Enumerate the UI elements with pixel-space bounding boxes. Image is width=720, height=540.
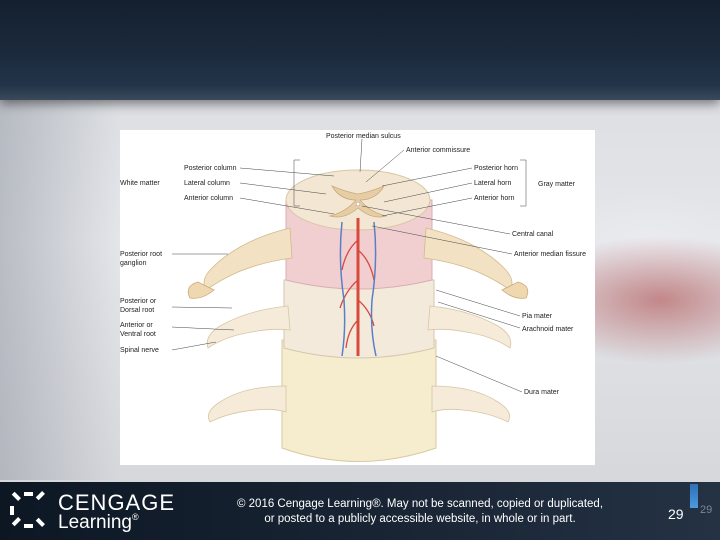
page-number-secondary: 29 xyxy=(700,504,713,516)
label-anterior-median-fissure: Anterior median fissure xyxy=(514,251,586,258)
logo-trademark: ® xyxy=(131,512,139,522)
right-root-lower xyxy=(431,385,511,423)
logo-word-learning: Learning® xyxy=(58,512,139,534)
label-posterior-dorsal-root-2: Dorsal root xyxy=(120,307,154,314)
label-anterior-column: Anterior column xyxy=(184,195,233,202)
label-posterior-root-ganglion-2: ganglion xyxy=(120,260,147,267)
label-white-matter: White matter xyxy=(120,180,160,187)
left-root-upper xyxy=(203,227,293,291)
cengage-mark-icon xyxy=(10,491,45,528)
copyright-line-1: © 2016 Cengage Learning®. May not be sca… xyxy=(236,498,604,510)
cengage-logo: CENGAGE Learning® xyxy=(8,488,174,534)
label-anterior-horn: Anterior horn xyxy=(474,195,515,202)
spinal-cord-figure: Posterior median sulcus Anterior commiss… xyxy=(120,130,595,465)
left-root-lower xyxy=(207,385,287,423)
label-anterior-ventral-root-2: Ventral root xyxy=(120,331,156,338)
copyright-notice: © 2016 Cengage Learning®. May not be sca… xyxy=(220,497,620,527)
right-root-upper xyxy=(423,227,513,291)
label-dura-mater: Dura mater xyxy=(524,389,560,396)
page-number: 29 xyxy=(668,506,684,522)
right-root-middle xyxy=(427,305,512,349)
logo-learning-text: Learning xyxy=(58,512,132,533)
label-posterior-horn: Posterior horn xyxy=(474,165,518,172)
label-spinal-nerve: Spinal nerve xyxy=(120,347,159,354)
left-root-middle xyxy=(206,305,291,349)
copyright-line-2: or posted to a publicly accessible websi… xyxy=(264,513,576,525)
label-posterior-dorsal-root-1: Posterior or xyxy=(120,298,157,305)
label-lateral-horn: Lateral horn xyxy=(474,180,511,187)
label-posterior-median-sulcus: Posterior median sulcus xyxy=(326,133,401,140)
accent-bar xyxy=(690,484,698,508)
label-posterior-root-ganglion-1: Posterior root xyxy=(120,251,162,258)
title-band xyxy=(0,0,720,100)
label-central-canal: Central canal xyxy=(512,231,554,238)
background-fade xyxy=(0,100,120,480)
label-gray-matter: Gray matter xyxy=(538,181,576,188)
label-arachnoid-mater: Arachnoid mater xyxy=(522,326,574,333)
label-pia-mater: Pia mater xyxy=(522,313,553,320)
label-posterior-column: Posterior column xyxy=(184,165,237,172)
label-anterior-commissure: Anterior commissure xyxy=(406,147,470,154)
label-anterior-ventral-root-1: Anterior or xyxy=(120,322,153,329)
label-lateral-column: Lateral column xyxy=(184,180,230,187)
spinal-cord-illustration: Posterior median sulcus Anterior commiss… xyxy=(120,133,586,462)
central-canal xyxy=(355,201,361,207)
